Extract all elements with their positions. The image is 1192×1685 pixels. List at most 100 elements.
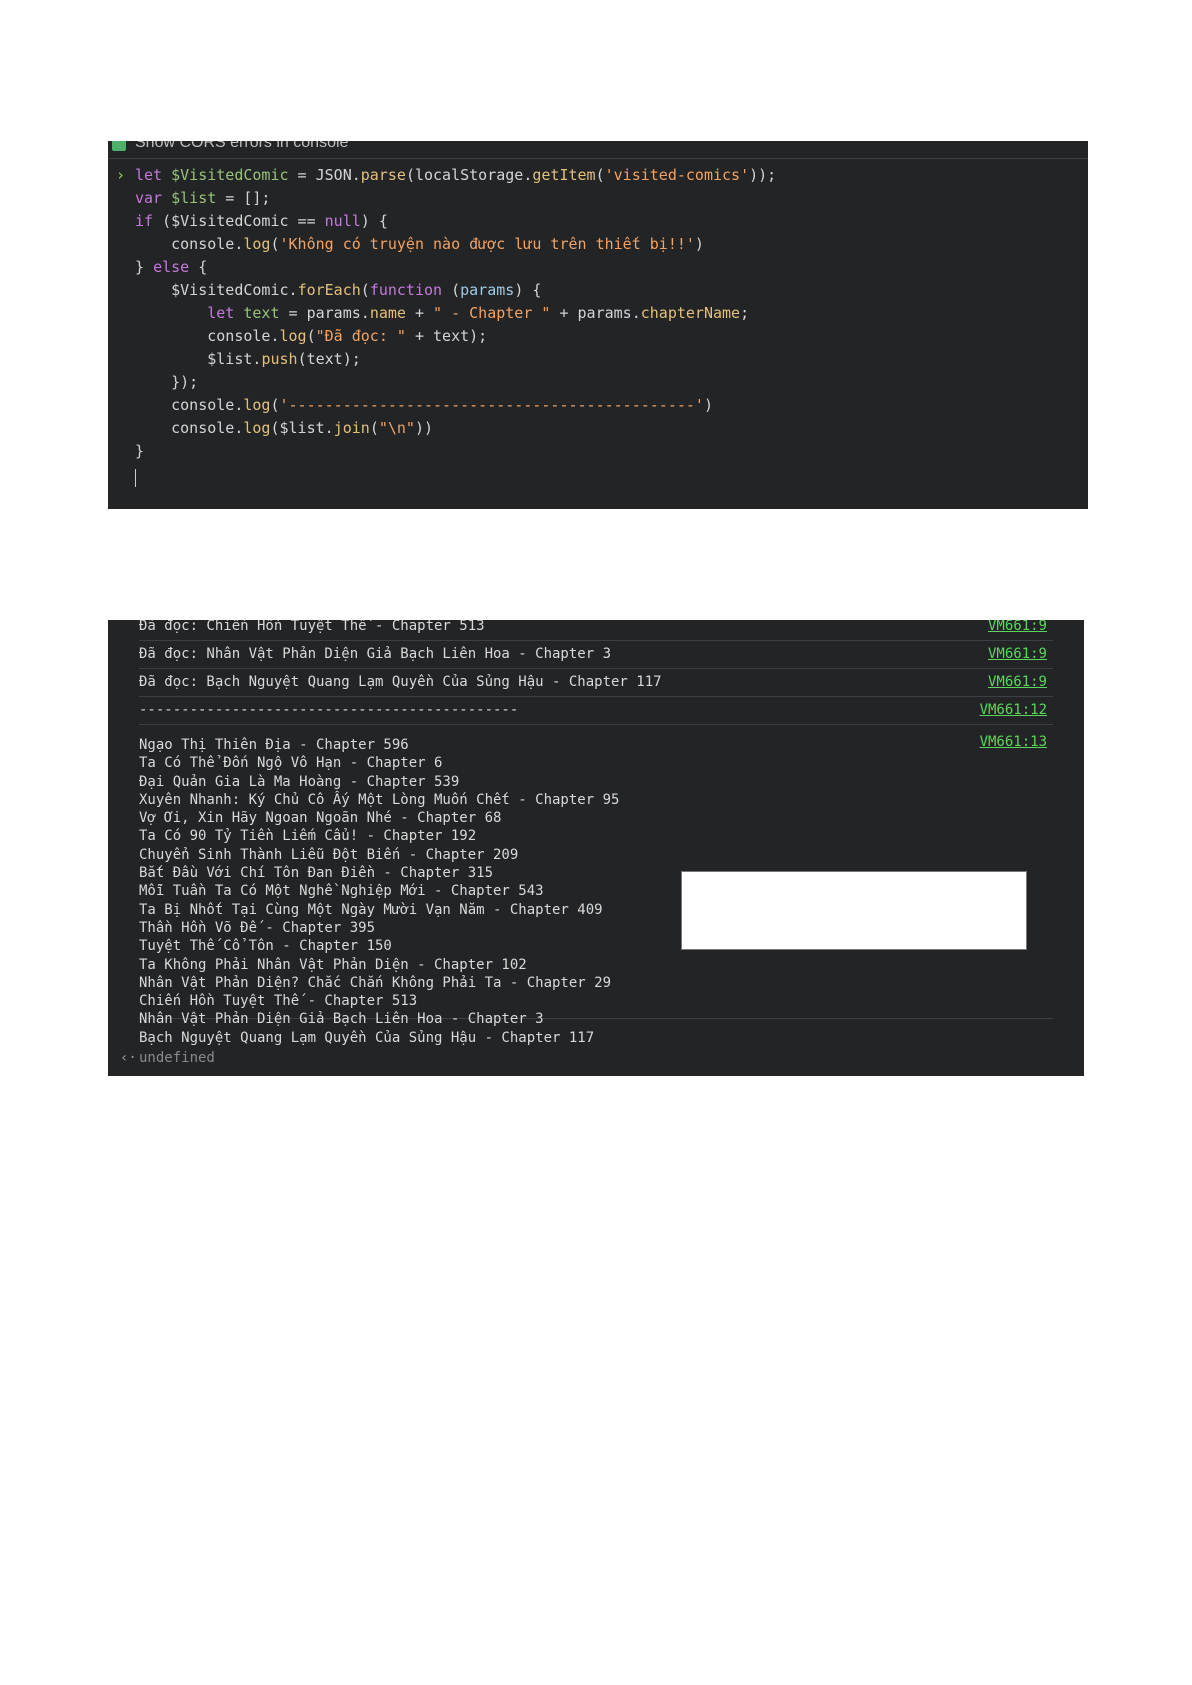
code-token: forEach	[297, 281, 361, 299]
list-item: Ngạo Thị Thiên Địa - Chapter 596	[139, 737, 409, 753]
code-line: console.log('---------------------------…	[135, 394, 776, 417]
code-line: $VisitedComic.forEach(function (params) …	[135, 279, 776, 302]
code-token: "\n"	[378, 419, 415, 437]
code-token: "Đã đọc: "	[315, 327, 406, 345]
code-token: else	[153, 258, 190, 276]
code-token: if	[135, 212, 163, 230]
code-token: (	[369, 419, 379, 437]
code-token: $VisitedComic	[171, 166, 289, 184]
code-line: } else {	[135, 256, 776, 279]
code-token: '---------------------------------------…	[279, 396, 704, 414]
code-token: chapterName	[640, 304, 741, 322]
list-item: Nhân Vật Phản Diện Giả Bạch Liên Hoa - C…	[139, 1011, 544, 1028]
code-token: log	[243, 396, 271, 414]
code-token: ));	[749, 166, 777, 184]
list-item: Ta Có Thể Đốn Ngộ Vô Hạn - Chapter 6	[139, 755, 443, 772]
list-item: Bạch Nguyệt Quang Lạm Quyền Của Sủng Hậu…	[139, 1029, 595, 1046]
code-token: + params.	[550, 304, 641, 322]
text-caret	[135, 469, 136, 487]
code-token: )	[703, 396, 713, 414]
code-token: var	[135, 189, 172, 207]
log-row: Đã đọc: Bạch Nguyệt Quang Lạm Quyền Của …	[139, 668, 1053, 697]
code-token: push	[261, 350, 298, 368]
code-line: }	[135, 440, 776, 463]
code-token: text	[243, 304, 280, 322]
code-token: (localStorage.	[405, 166, 533, 184]
log-source-link[interactable]: VM661:13	[980, 734, 1047, 750]
code-token: $list	[171, 189, 217, 207]
code-token: 'Không có truyện nào được lưu trên thiết…	[279, 235, 695, 253]
cors-errors-option[interactable]: Show CORS errors in console	[108, 141, 1088, 159]
log-source-link[interactable]: VM661:9	[988, 620, 1047, 634]
list-item: Đại Quản Gia Là Ma Hoàng - Chapter 539	[139, 773, 460, 790]
list-item: Chiến Hồn Tuyệt Thế - Chapter 513	[139, 993, 418, 1010]
log-row: Đã đọc: Nhân Vật Phản Diện Giả Bạch Liên…	[139, 640, 1053, 669]
code-line: console.log($list.join("\n"))	[135, 417, 776, 440]
code-token: " - Chapter "	[433, 304, 551, 322]
list-item: Mỗi Tuần Ta Có Một Nghề Nghiệp Mới - Cha…	[139, 883, 544, 900]
log-message: Đã đọc: Chiến Hồn Tuyệt Thế - Chapter 51…	[139, 620, 485, 634]
code-token: +	[405, 304, 434, 322]
code-token: let	[207, 304, 244, 322]
prompt-chevron-icon: ›	[116, 166, 126, 184]
code-token: parse	[360, 166, 406, 184]
code-token: = [];	[216, 189, 271, 207]
code-token: null	[324, 212, 361, 230]
log-message: Đã đọc: Bạch Nguyệt Quang Lạm Quyền Của …	[139, 674, 662, 690]
code-token: log	[243, 419, 271, 437]
log-source-link[interactable]: VM661:9	[988, 674, 1047, 690]
code-token: function	[369, 281, 443, 299]
return-arrow-icon: ‹·	[120, 1050, 137, 1066]
console-output-panel: Đã đọc: Chiến Hồn Tuyệt Thế - Chapter 51…	[108, 620, 1084, 1076]
code-token: (text);	[297, 350, 361, 368]
code-token: log	[279, 327, 307, 345]
list-item: Xuyên Nhanh: Ký Chủ Cô Ấy Một Lòng Muốn …	[139, 791, 620, 808]
log-row: ----------------------------------------…	[139, 696, 1053, 725]
code-token: join	[333, 419, 370, 437]
log-source-link[interactable]: VM661:9	[988, 646, 1047, 662]
code-token: = JSON.	[288, 166, 361, 184]
code-line: $list.push(text);	[135, 348, 776, 371]
code-token: = params.	[279, 304, 370, 322]
list-item: Ta Có 90 Tỷ Tiền Liếm Cẩu! - Chapter 192	[139, 828, 477, 845]
list-item: Chuyển Sinh Thành Liễu Đột Biến - Chapte…	[139, 846, 519, 863]
return-value: undefined	[139, 1050, 215, 1066]
code-token: console.	[135, 235, 244, 253]
visited-comics-list: Ngạo Thị Thiên Địa - Chapter 596 Ta Có Th…	[139, 736, 619, 1047]
code-token: {	[189, 258, 208, 276]
code-token: (	[595, 166, 605, 184]
list-item: Thần Hồn Võ Đế - Chapter 395	[139, 919, 376, 936]
code-token: });	[135, 373, 199, 391]
code-line: console.log('Không có truyện nào được lư…	[135, 233, 776, 256]
log-row: Đã đọc: Chiến Hồn Tuyệt Thế - Chapter 51…	[139, 620, 1053, 641]
code-token: console.	[135, 396, 244, 414]
code-token: (	[306, 327, 316, 345]
code-token: log	[243, 235, 271, 253]
code-line: });	[135, 371, 776, 394]
code-token: $list.	[135, 350, 262, 368]
cors-errors-label: Show CORS errors in console	[135, 141, 349, 151]
code-token: (	[270, 235, 280, 253]
code-line: let text = params.name + " - Chapter " +…	[135, 302, 776, 325]
code-token: params	[460, 281, 515, 299]
checkbox-checked-icon[interactable]	[112, 141, 126, 151]
code-line: console.log("Đã đọc: " + text);	[135, 325, 776, 348]
code-token: ($list.	[270, 419, 334, 437]
code-token: getItem	[532, 166, 596, 184]
code-token: ))	[414, 419, 434, 437]
list-item: Nhân Vật Phản Diện? Chắc Chắn Không Phải…	[139, 974, 612, 991]
list-item: Ta Không Phải Nhân Vật Phản Diện - Chapt…	[139, 956, 527, 973]
code-token: }	[135, 258, 154, 276]
list-item: Vợ Ơi, Xin Hãy Ngoan Ngoãn Nhé - Chapter…	[139, 810, 502, 827]
code-token: ;	[740, 304, 750, 322]
console-code-input[interactable]: let $VisitedComic = JSON.parse(localStor…	[135, 164, 776, 463]
code-token: ($VisitedComic ==	[162, 212, 325, 230]
code-token: }	[135, 442, 145, 460]
code-token: console.	[135, 419, 244, 437]
list-item: Tuyệt Thế Cổ Tôn - Chapter 150	[139, 938, 392, 955]
list-item: Bắt Đầu Với Chí Tôn Đan Điền - Chapter 3…	[139, 865, 494, 882]
list-item: Ta Bị Nhốt Tại Cùng Một Ngày Mười Vạn Nă…	[139, 901, 603, 918]
redaction-box	[681, 871, 1027, 950]
log-source-link[interactable]: VM661:12	[980, 702, 1047, 718]
